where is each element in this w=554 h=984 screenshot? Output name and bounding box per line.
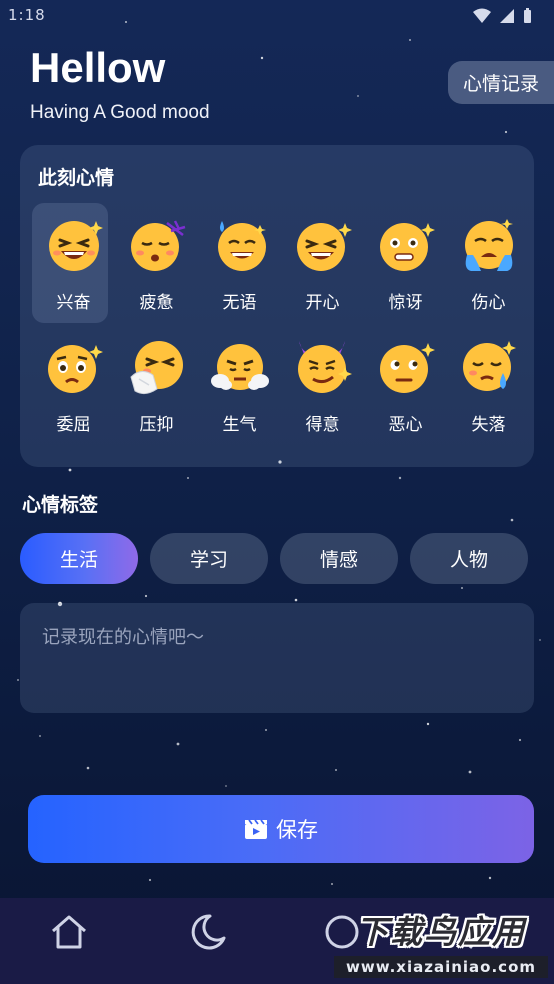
- mood-item-excited[interactable]: 兴奋: [32, 203, 115, 325]
- status-icons: [473, 8, 532, 24]
- mood-label: 兴奋: [56, 293, 91, 313]
- tag-section-title: 心情标签: [22, 494, 99, 516]
- speechless-face-icon: [217, 221, 266, 271]
- mood-label: 无语: [222, 293, 257, 313]
- save-button-label: 保存: [276, 818, 318, 842]
- mood-label: 压抑: [139, 415, 174, 435]
- tired-face-icon: [130, 220, 185, 271]
- mood-record-button[interactable]: 心情记录: [448, 61, 554, 104]
- mood-grid: 兴奋 疲惫 无语 开心 惊讶 伤心 委屈 压抑 生气 得意 恶心 失落: [32, 203, 530, 455]
- wifi-icon: [473, 8, 491, 23]
- tag-life[interactable]: 生活: [20, 533, 138, 584]
- mood-label: 委屈: [56, 415, 91, 435]
- tag-emotion[interactable]: 情感: [280, 533, 398, 584]
- home-icon: [52, 915, 86, 949]
- depressed-face-icon: [129, 341, 183, 395]
- mood-note-input[interactable]: [20, 603, 534, 713]
- disgusted-face-icon: [379, 343, 435, 393]
- mood-label: 生气: [222, 415, 257, 435]
- mood-label: 疲惫: [139, 293, 174, 313]
- watermark-main: 下载鸟应用: [355, 913, 526, 951]
- mood-item-sad[interactable]: 伤心: [447, 203, 530, 325]
- moon-icon: [191, 914, 226, 950]
- header: Hellow Having A Good mood: [30, 44, 210, 124]
- page-subtitle: Having A Good mood: [30, 102, 210, 123]
- page-title: Hellow: [30, 44, 166, 91]
- mood-label: 得意: [305, 415, 340, 435]
- mood-label: 恶心: [388, 415, 423, 435]
- sad-crying-face-icon: [464, 219, 513, 271]
- mood-item-tired[interactable]: 疲惫: [115, 203, 198, 325]
- excited-face-icon: [48, 221, 103, 271]
- mood-item-depressed[interactable]: 压抑: [115, 325, 198, 455]
- watermark-url: www.xiazainiao.com: [334, 956, 548, 978]
- mood-label: 开心: [305, 293, 340, 313]
- aggrieved-face-icon: [47, 345, 103, 393]
- tag-row: 生活 学习 情感 人物: [20, 533, 528, 584]
- mood-item-angry[interactable]: 生气: [198, 325, 281, 455]
- status-time: 1:18: [8, 6, 46, 24]
- video-clip-icon: [245, 819, 267, 839]
- nav-moon[interactable]: [186, 910, 230, 954]
- battery-icon: [524, 8, 531, 23]
- mood-label: 伤心: [471, 293, 506, 313]
- angry-face-icon: [210, 344, 269, 390]
- mood-item-aggrieved[interactable]: 委屈: [32, 325, 115, 455]
- mood-label: 惊讶: [388, 293, 423, 313]
- smug-devil-face-icon: [297, 341, 352, 393]
- disappointed-face-icon: [462, 341, 516, 391]
- mood-label: 失落: [471, 415, 506, 435]
- status-bar: 1:18: [0, 0, 554, 34]
- mood-item-happy[interactable]: 开心: [281, 203, 364, 325]
- tag-study[interactable]: 学习: [150, 533, 268, 584]
- mood-item-disappointed[interactable]: 失落: [447, 325, 530, 455]
- watermark: 下载鸟应用 www.xiazainiao.com: [332, 906, 550, 980]
- mood-item-speechless[interactable]: 无语: [198, 203, 281, 325]
- nav-home[interactable]: [47, 910, 91, 954]
- tag-people[interactable]: 人物: [410, 533, 528, 584]
- mood-item-surprised[interactable]: 惊讶: [364, 203, 447, 325]
- mood-item-smug[interactable]: 得意: [281, 325, 364, 455]
- surprised-face-icon: [379, 223, 435, 271]
- signal-icon: [500, 9, 514, 23]
- save-button[interactable]: 保存: [28, 795, 534, 863]
- mood-card-title: 此刻心情: [38, 167, 115, 189]
- mood-card: 此刻心情 兴奋 疲惫 无语 开心 惊讶 伤心 委屈 压抑 生气 得意 恶心 失落: [20, 145, 534, 467]
- happy-face-icon: [296, 223, 352, 271]
- mood-item-disgusted[interactable]: 恶心: [364, 325, 447, 455]
- note-area: [20, 603, 534, 713]
